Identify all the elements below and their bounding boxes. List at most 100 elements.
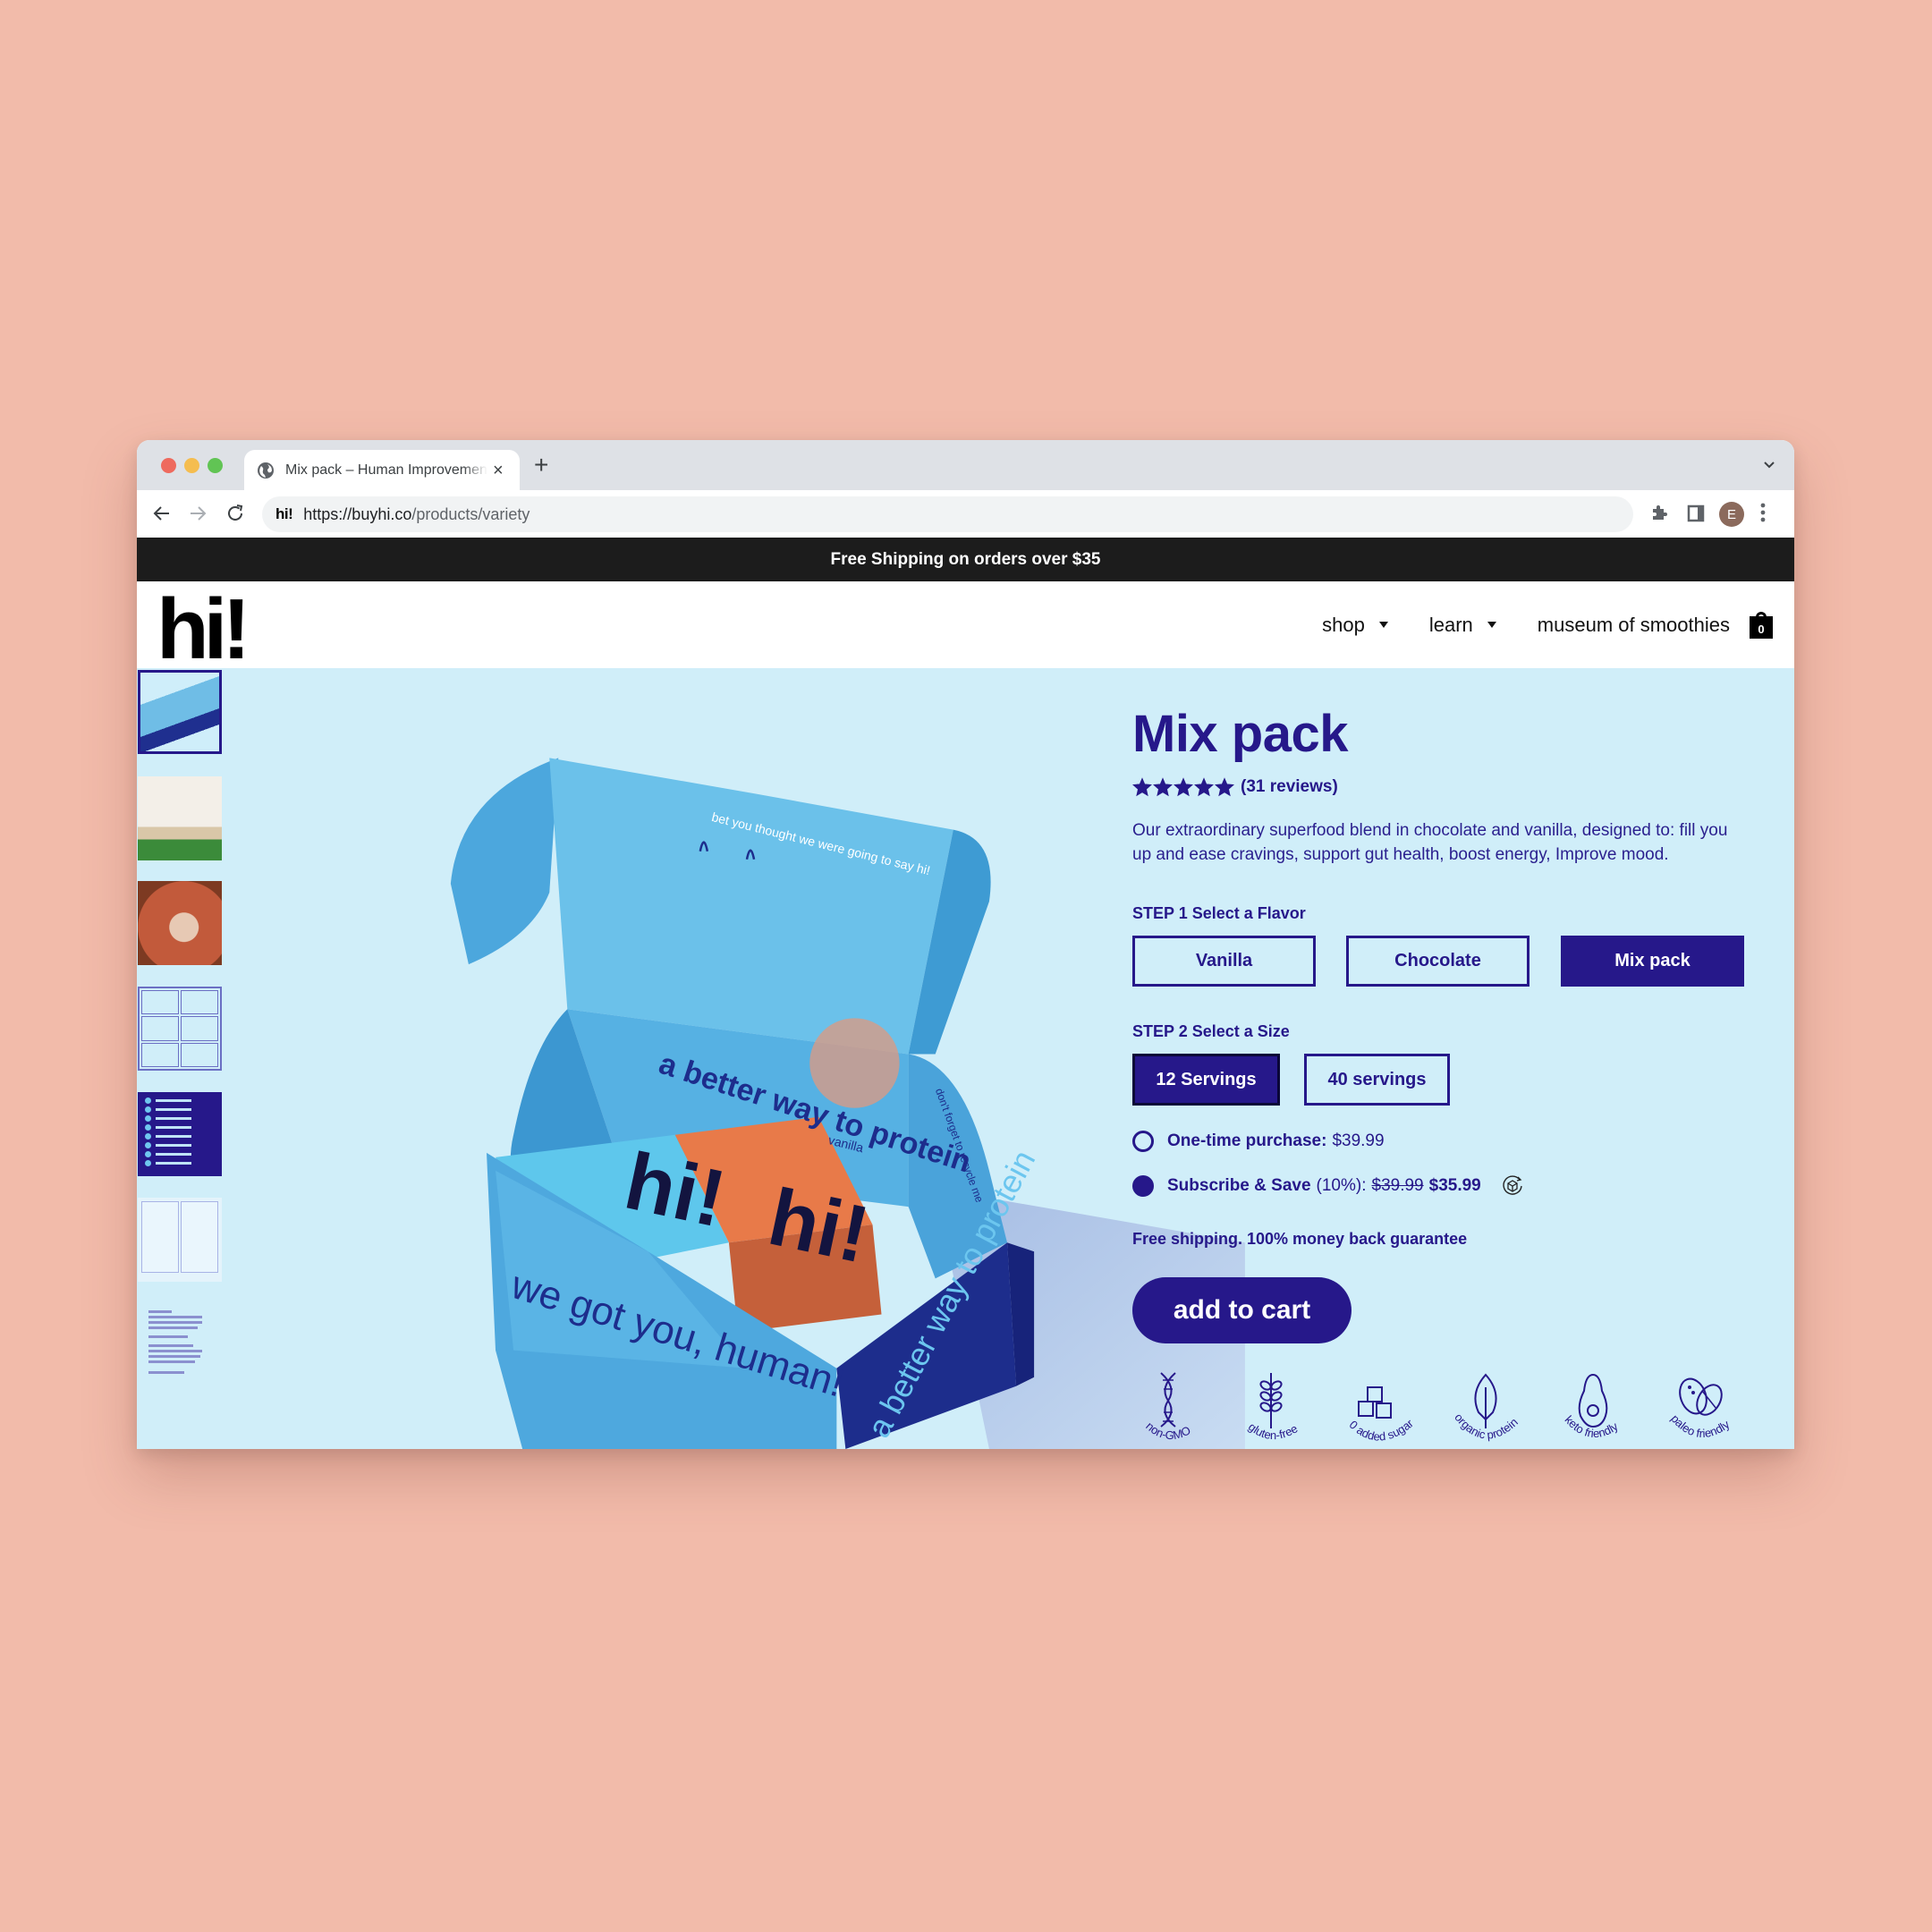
more-menu-icon[interactable] xyxy=(1760,503,1766,522)
address-bar[interactable]: hi! https://buyhi.co /products/variety xyxy=(262,496,1633,532)
one-time-price: $39.99 xyxy=(1332,1131,1385,1150)
nav-learn-label: learn xyxy=(1428,613,1473,636)
forward-arrow-icon[interactable] xyxy=(187,503,208,524)
badge-0-added-sugar: 0 added sugar xyxy=(1343,1369,1432,1449)
product-section: bet you thought we were going to say hi!… xyxy=(137,668,1794,1449)
main-nav: shop learn museum of smoothies 0 xyxy=(1281,581,1773,668)
subscribe-save-option[interactable]: Subscribe & Save (10%): $39.99 $35.99 xyxy=(1132,1174,1524,1198)
badge-gluten-free: gluten-free xyxy=(1235,1369,1325,1449)
badge-organic-protein: organic protein xyxy=(1450,1369,1539,1449)
nav-museum-label: museum of smoothies xyxy=(1537,613,1730,636)
subscribe-original-price: $39.99 xyxy=(1371,1176,1424,1195)
web-page: Free Shipping on orders over $35 hi! sho… xyxy=(137,538,1794,1449)
subscribe-radio[interactable] xyxy=(1132,1175,1154,1197)
dna-icon xyxy=(1160,1372,1176,1428)
announcement-bar: Free Shipping on orders over $35 xyxy=(137,538,1794,581)
star-icon xyxy=(1174,777,1193,797)
nav-shop-label: shop xyxy=(1322,613,1365,636)
product-rating[interactable]: (31 reviews) xyxy=(1132,777,1338,797)
star-icon xyxy=(1153,777,1173,797)
sugar-cubes-icon xyxy=(1367,1386,1383,1402)
subscribe-label: Subscribe & Save xyxy=(1167,1176,1311,1195)
nav-learn[interactable]: learn xyxy=(1429,614,1496,637)
site-favicon: hi! xyxy=(275,505,293,522)
browser-window: Mix pack – Human Improvement × + hi! htt… xyxy=(137,440,1794,1449)
add-to-cart-button[interactable]: add to cart xyxy=(1132,1277,1352,1343)
nav-museum-of-smoothies[interactable]: museum of smoothies xyxy=(1538,614,1730,637)
maximize-window-button[interactable] xyxy=(208,458,223,473)
extensions-puzzle-icon[interactable] xyxy=(1650,503,1670,522)
subscribe-price: $35.99 xyxy=(1428,1176,1481,1195)
thumbnail-feature-list[interactable] xyxy=(138,1092,222,1176)
url-path: /products/variety xyxy=(411,504,530,523)
subscribe-discount: (10%): xyxy=(1316,1176,1367,1195)
one-time-purchase-option[interactable]: One-time purchase: $39.99 xyxy=(1132,1131,1385,1152)
step2-label: STEP 2 Select a Size xyxy=(1132,1022,1290,1040)
thumbnail-lifestyle[interactable] xyxy=(138,881,222,965)
badge-label: keto friendly xyxy=(1562,1413,1621,1440)
mix-pack-box-illustration: bet you thought we were going to say hi!… xyxy=(450,758,1245,1449)
guarantee-text: Free shipping. 100% money back guarantee xyxy=(1132,1230,1468,1248)
badge-keto-friendly: keto friendly xyxy=(1557,1369,1647,1449)
svg-text:non-GMO: non-GMO xyxy=(1143,1419,1192,1442)
star-icon xyxy=(1194,777,1214,797)
subscription-box-cycle-icon[interactable] xyxy=(1501,1174,1524,1198)
minimize-window-button[interactable] xyxy=(184,458,199,473)
new-tab-button[interactable]: + xyxy=(534,453,548,478)
globe-icon xyxy=(258,462,274,479)
badge-label: gluten-free xyxy=(1246,1419,1301,1442)
svg-text:0 added sugar: 0 added sugar xyxy=(1347,1416,1417,1443)
caret-down-icon xyxy=(1378,622,1388,628)
badge-label: 0 added sugar xyxy=(1347,1416,1417,1443)
one-time-radio[interactable] xyxy=(1132,1131,1154,1152)
badge-label: non-GMO xyxy=(1143,1419,1192,1442)
nav-shop[interactable]: shop xyxy=(1322,614,1388,637)
back-arrow-icon[interactable] xyxy=(151,503,173,524)
thumbnail-kitchen-shelf[interactable] xyxy=(138,776,222,860)
badge-label: paleo friendly xyxy=(1668,1411,1733,1440)
star-icon xyxy=(1215,777,1234,797)
url-host: https://buyhi.co xyxy=(303,504,412,523)
thumbnail-ingredients[interactable] xyxy=(138,1303,222,1387)
svg-text:paleo friendly: paleo friendly xyxy=(1668,1411,1733,1440)
thumbnail-nutrition-facts[interactable] xyxy=(138,1198,222,1282)
caret-down-icon xyxy=(1487,622,1496,628)
avocado-icon xyxy=(1578,1373,1608,1428)
reload-icon[interactable] xyxy=(225,503,246,524)
cart-button[interactable]: 0 xyxy=(1750,611,1773,639)
badge-paleo-friendly: paleo friendly xyxy=(1665,1369,1754,1449)
star-rating xyxy=(1132,777,1235,797)
browser-tab-active[interactable]: Mix pack – Human Improvement × xyxy=(244,450,520,490)
cart-count: 0 xyxy=(1758,622,1765,636)
product-title: Mix pack xyxy=(1132,705,1349,763)
thumbnail-benefits-grid[interactable] xyxy=(138,987,222,1071)
site-logo[interactable]: hi! xyxy=(157,587,250,673)
size-40-servings-button[interactable]: 40 servings xyxy=(1304,1054,1450,1106)
step1-label: STEP 1 Select a Flavor xyxy=(1132,904,1306,922)
product-hero-image: bet you thought we were going to say hi!… xyxy=(226,668,1246,1449)
profile-avatar[interactable]: E xyxy=(1719,502,1744,527)
tab-strip: Mix pack – Human Improvement × + xyxy=(137,440,1794,490)
size-12-servings-button[interactable]: 12 Servings xyxy=(1132,1054,1280,1106)
reviews-count[interactable]: (31 reviews) xyxy=(1241,777,1338,797)
browser-toolbar: hi! https://buyhi.co /products/variety E xyxy=(137,490,1794,538)
close-window-button[interactable] xyxy=(161,458,176,473)
flavor-chocolate-button[interactable]: Chocolate xyxy=(1346,936,1530,987)
tab-search-chevron-icon[interactable] xyxy=(1762,458,1776,472)
product-description: Our extraordinary superfood blend in cho… xyxy=(1132,821,1728,864)
flavor-vanilla-button[interactable]: Vanilla xyxy=(1132,936,1316,987)
site-header: hi! shop learn museum of smoothies 0 xyxy=(137,581,1794,673)
svg-text:keto friendly: keto friendly xyxy=(1562,1413,1621,1440)
leaf-icon xyxy=(1474,1373,1497,1428)
tab-title: Mix pack – Human Improvement xyxy=(285,462,487,478)
flavor-mix-pack-button[interactable]: Mix pack xyxy=(1561,936,1744,987)
badge-non-gmo: non-GMO xyxy=(1132,1369,1222,1449)
side-panel-icon[interactable] xyxy=(1687,504,1705,522)
star-icon xyxy=(1132,777,1152,797)
box-lid xyxy=(549,758,953,1055)
product-badges: non-GMO gluten-free 0 added sugar organi… xyxy=(1132,1369,1758,1449)
thumbnail-mix-pack-box[interactable] xyxy=(138,670,222,754)
tab-close-icon[interactable]: × xyxy=(493,462,504,479)
one-time-label: One-time purchase: xyxy=(1167,1131,1327,1150)
svg-text:gluten-free: gluten-free xyxy=(1246,1419,1301,1442)
